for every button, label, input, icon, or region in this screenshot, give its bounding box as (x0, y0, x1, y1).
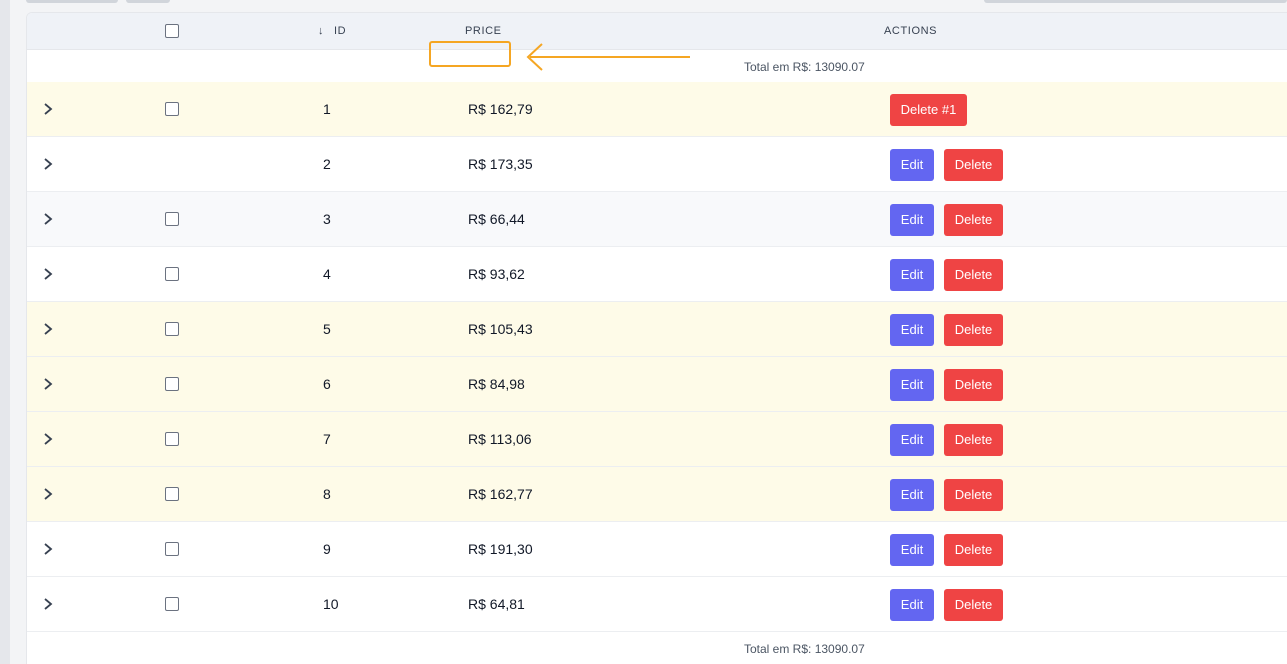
cell-price: R$ 173,35 (468, 156, 533, 172)
select-all-checkbox[interactable] (165, 24, 179, 38)
top-toolbar-button[interactable] (126, 0, 170, 3)
delete-button[interactable]: Delete (944, 204, 1003, 236)
row-checkbox[interactable] (165, 432, 179, 446)
chevron-right-icon[interactable] (41, 101, 55, 117)
annotation-arrow-icon (526, 43, 690, 71)
edit-button[interactable]: Edit (890, 149, 934, 181)
table-row[interactable]: 7 R$ 113,06 Edit Delete (27, 412, 1287, 467)
chevron-right-icon[interactable] (41, 321, 55, 337)
table-row[interactable]: 5 R$ 105,43 Edit Delete (27, 302, 1287, 357)
top-toolbar-button[interactable] (26, 0, 118, 3)
cell-price: R$ 66,44 (468, 211, 525, 227)
cell-price: R$ 191,30 (468, 541, 533, 557)
cell-id: 1 (323, 101, 331, 117)
table-row[interactable]: 6 R$ 84,98 Edit Delete (27, 357, 1287, 412)
row-checkbox[interactable] (165, 102, 179, 116)
table-row[interactable]: 10 R$ 64,81 Edit Delete (27, 577, 1287, 632)
chevron-right-icon[interactable] (41, 486, 55, 502)
cell-id: 10 (323, 596, 339, 612)
chevron-right-icon[interactable] (41, 156, 55, 172)
column-header-actions: ACTIONS (884, 25, 938, 37)
edit-button[interactable]: Edit (890, 204, 934, 236)
row-checkbox[interactable] (165, 597, 179, 611)
cell-id: 9 (323, 541, 331, 557)
cell-id: 6 (323, 376, 331, 392)
edit-button[interactable]: Edit (890, 424, 934, 456)
cell-id: 2 (323, 156, 331, 172)
total-label-bottom: Total em R$: 13090.07 (744, 642, 865, 656)
column-header-id-label: ID (334, 25, 347, 37)
table-row[interactable]: 8 R$ 162,77 Edit Delete (27, 467, 1287, 522)
cell-price: R$ 162,77 (468, 486, 533, 502)
row-checkbox[interactable] (165, 212, 179, 226)
edit-button[interactable]: Edit (890, 534, 934, 566)
edit-button[interactable]: Edit (890, 314, 934, 346)
delete-button[interactable]: Delete (944, 589, 1003, 621)
row-checkbox[interactable] (165, 267, 179, 281)
cell-id: 3 (323, 211, 331, 227)
annotation-highlight-box (429, 41, 511, 67)
delete-button[interactable]: Delete (944, 314, 1003, 346)
cell-id: 5 (323, 321, 331, 337)
delete-button[interactable]: Delete (944, 534, 1003, 566)
table-row[interactable]: 4 R$ 93,62 Edit Delete (27, 247, 1287, 302)
data-table: ↓ ID PRICE ACTIONS Total em R$: 13090.07 … (26, 12, 1287, 664)
delete-button[interactable]: Delete (944, 369, 1003, 401)
delete-button[interactable]: Delete (944, 149, 1003, 181)
table-row[interactable]: 3 R$ 66,44 Edit Delete (27, 192, 1287, 247)
table-row[interactable]: 9 R$ 191,30 Edit Delete (27, 522, 1287, 577)
row-checkbox[interactable] (165, 542, 179, 556)
total-label-top: Total em R$: 13090.07 (744, 60, 865, 74)
delete-button[interactable]: Delete (944, 259, 1003, 291)
delete-button[interactable]: Delete (944, 424, 1003, 456)
row-checkbox[interactable] (165, 487, 179, 501)
cell-price: R$ 105,43 (468, 321, 533, 337)
chevron-right-icon[interactable] (41, 596, 55, 612)
top-search-input[interactable] (984, 0, 1287, 3)
delete-button[interactable]: Delete #1 (890, 94, 967, 126)
row-checkbox[interactable] (165, 377, 179, 391)
row-checkbox[interactable] (165, 322, 179, 336)
edit-button[interactable]: Edit (890, 479, 934, 511)
edit-button[interactable]: Edit (890, 259, 934, 291)
cell-id: 4 (323, 266, 331, 282)
chevron-right-icon[interactable] (41, 266, 55, 282)
cell-price: R$ 93,62 (468, 266, 525, 282)
edit-button[interactable]: Edit (890, 589, 934, 621)
cell-price: R$ 64,81 (468, 596, 525, 612)
column-header-id[interactable]: ↓ ID (318, 13, 346, 50)
cell-id: 8 (323, 486, 331, 502)
chevron-right-icon[interactable] (41, 211, 55, 227)
cell-id: 7 (323, 431, 331, 447)
page-margin (10, 0, 26, 664)
table-row[interactable]: 2 R$ 173,35 Edit Delete (27, 137, 1287, 192)
left-gutter (0, 0, 10, 664)
table-row[interactable]: 1 R$ 162,79 Delete #1 (27, 82, 1287, 137)
arrow-down-icon: ↓ (318, 25, 325, 37)
cell-price: R$ 162,79 (468, 101, 533, 117)
cell-price: R$ 84,98 (468, 376, 525, 392)
cell-price: R$ 113,06 (468, 431, 532, 447)
chevron-right-icon[interactable] (41, 431, 55, 447)
delete-button[interactable]: Delete (944, 479, 1003, 511)
chevron-right-icon[interactable] (41, 376, 55, 392)
edit-button[interactable]: Edit (890, 369, 934, 401)
top-toolbar-remnant (26, 0, 1287, 3)
chevron-right-icon[interactable] (41, 541, 55, 557)
